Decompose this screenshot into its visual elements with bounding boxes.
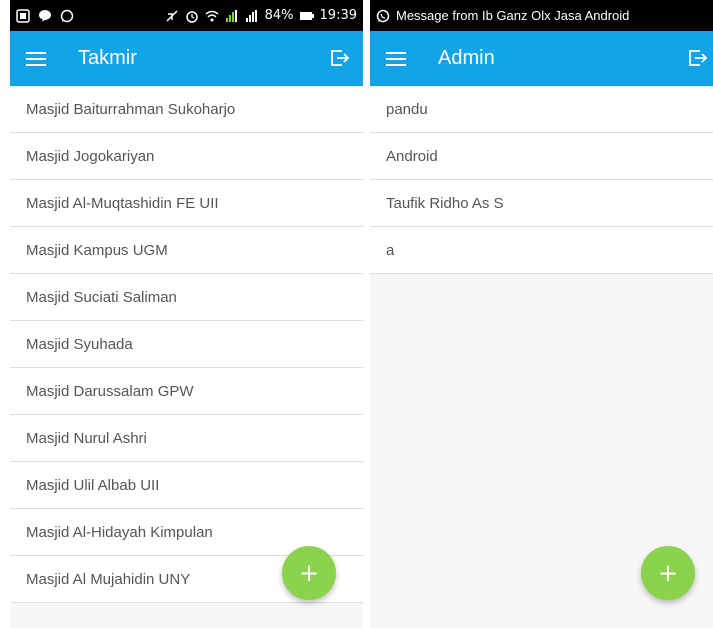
admin-screen: Message from Ib Ganz Olx Jasa Android Ad…	[370, 0, 713, 628]
battery-percent: 84%	[264, 8, 294, 23]
takmir-list: Masjid Baiturrahman Sukoharjo Masjid Jog…	[10, 86, 363, 603]
list-item[interactable]: Masjid Darussalam GPW	[10, 368, 363, 415]
app-bar: Takmir	[10, 31, 363, 86]
list-item[interactable]: Masjid Ulil Albab UII	[10, 462, 363, 509]
menu-button[interactable]	[24, 47, 48, 71]
logout-button[interactable]	[687, 47, 711, 71]
status-bar: 84% 19:39	[10, 0, 363, 31]
add-button[interactable]: +	[282, 546, 336, 600]
signal-icon-2	[245, 9, 259, 23]
add-icon: +	[657, 559, 679, 587]
menu-icon	[386, 51, 406, 66]
alarm-icon	[185, 9, 199, 23]
list-item[interactable]: Masjid Jogokariyan	[10, 133, 363, 180]
nfc-icon	[16, 8, 30, 23]
line-icon	[38, 9, 52, 23]
app-bar: Admin	[370, 31, 713, 86]
status-bar: Message from Ib Ganz Olx Jasa Android	[370, 0, 713, 31]
menu-icon	[26, 51, 46, 66]
mute-icon	[165, 9, 179, 23]
takmir-screen: 84% 19:39 Takmir Masjid Baiturrahman Suk…	[10, 0, 363, 628]
logout-button[interactable]	[329, 47, 353, 71]
list-item[interactable]: Android	[370, 133, 713, 180]
add-button[interactable]: +	[641, 546, 695, 600]
wifi-icon	[205, 9, 219, 23]
list-item[interactable]: Masjid Nurul Ashri	[10, 415, 363, 462]
add-icon: +	[298, 559, 320, 587]
app-bar-title: Admin	[438, 47, 495, 69]
logout-icon	[689, 50, 708, 66]
notification-text: Message from Ib Ganz Olx Jasa Android	[396, 8, 630, 23]
list-item[interactable]: Masjid Baiturrahman Sukoharjo	[10, 86, 363, 133]
menu-button[interactable]	[384, 47, 408, 71]
admin-list: pandu Android Taufik Ridho As S a	[370, 86, 713, 274]
whatsapp-icon	[60, 9, 74, 23]
whatsapp-icon	[376, 9, 390, 23]
clock: 19:39	[319, 8, 357, 23]
list-item[interactable]: Masjid Al-Muqtashidin FE UII	[10, 180, 363, 227]
list-item[interactable]: pandu	[370, 86, 713, 133]
notification-ticker: Message from Ib Ganz Olx Jasa Android	[376, 8, 629, 23]
list-item[interactable]: Masjid Suciati Saliman	[10, 274, 363, 321]
list-item[interactable]: Masjid Syuhada	[10, 321, 363, 368]
list-item[interactable]: Taufik Ridho As S	[370, 180, 713, 227]
battery-icon	[299, 9, 314, 23]
logout-icon	[331, 50, 350, 66]
list-item[interactable]: Masjid Kampus UGM	[10, 227, 363, 274]
app-bar-title: Takmir	[78, 47, 137, 69]
signal-icon	[225, 9, 239, 23]
list-item[interactable]: a	[370, 227, 713, 274]
